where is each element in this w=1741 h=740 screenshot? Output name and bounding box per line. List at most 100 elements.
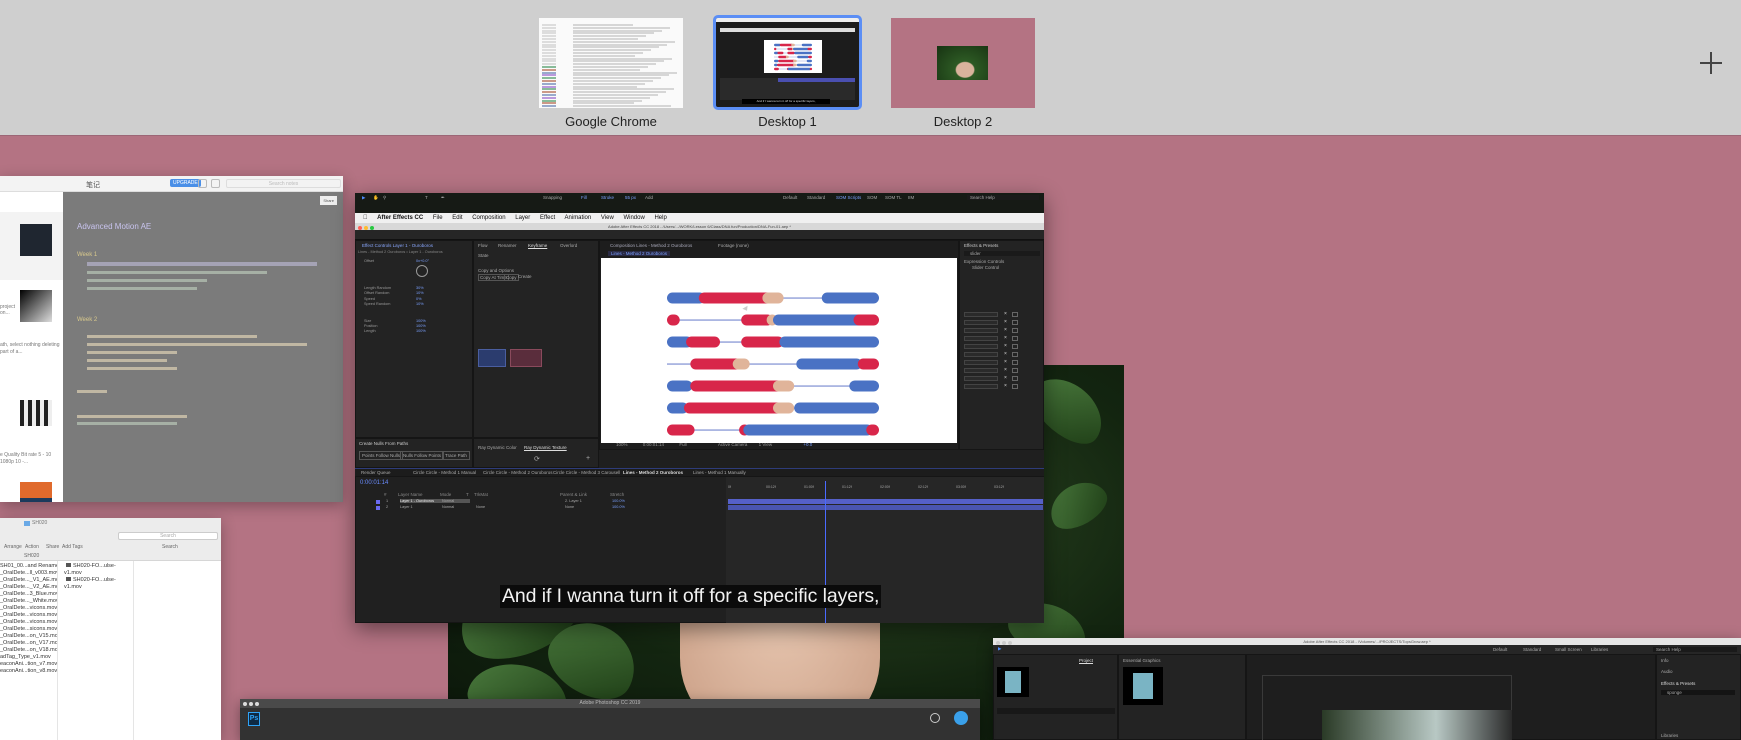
control-row[interactable]: × — [964, 335, 1040, 343]
file-item[interactable]: _OralDete...vicons.mov — [0, 619, 57, 626]
layer-index[interactable]: 1 — [386, 499, 388, 503]
tab-ray-dynamic-color[interactable]: Ray Dynamic Color — [478, 445, 517, 450]
tree-expression-controls[interactable]: Expression Controls — [964, 259, 1004, 264]
timeline-tab[interactable]: Lines - Method 2 Ouroboros — [623, 470, 683, 475]
file-item[interactable]: _OralDete..._White.mov — [0, 598, 57, 605]
control-row[interactable]: × — [964, 375, 1040, 383]
search-help-input[interactable]: Search Help — [967, 195, 1039, 200]
refresh-icon[interactable]: ⟳ — [534, 455, 540, 463]
menu-app[interactable]: After Effects CC — [377, 215, 423, 221]
search-help-input[interactable]: Search Help — [1653, 647, 1737, 652]
file-item[interactable]: SH020-FO...ulse-v1.mov — [64, 563, 133, 577]
layer-trkmat[interactable]: None — [476, 505, 485, 509]
timeline-tab[interactable]: Circle Circle - Method 1 Manual — [413, 470, 476, 475]
info-panel-label[interactable]: Info — [1661, 658, 1669, 663]
control-row[interactable]: × — [964, 327, 1040, 335]
effect-property-row[interactable]: Offset 0x+0.0° — [364, 259, 469, 264]
note-list-item[interactable]: e Quality Bit rate 5 - 10 1080p 10 -... — [0, 452, 62, 466]
workspace-som-scripts[interactable]: SOM Scripts — [836, 195, 861, 200]
timeline-tab[interactable]: Circle Circle - Method 2 Ouroboros — [483, 470, 553, 475]
file-item[interactable]: _OralDete...vicons.mov — [0, 612, 57, 619]
effect-property-value[interactable]: 10% — [416, 302, 424, 306]
copy-button[interactable]: Copy — [504, 274, 519, 281]
selection-tool-icon[interactable]: ▶ — [998, 646, 1001, 652]
hand-tool-icon[interactable]: ✋ — [373, 195, 379, 201]
file-item[interactable]: eaconAni...tion_v7.mov — [0, 661, 57, 668]
column-header[interactable]: Mode — [440, 492, 451, 497]
action-button[interactable]: Action — [25, 544, 39, 550]
effect-controls-panel[interactable]: Effect Controls Layer 1 - Ouroboros Line… — [355, 240, 473, 438]
menu-file[interactable]: File — [433, 215, 443, 221]
finder-search-input[interactable]: Search — [118, 532, 218, 540]
note-list-item[interactable]: project on... — [0, 290, 63, 330]
effects-presets-panel[interactable]: Effects & Presets slider Expression Cont… — [959, 240, 1044, 450]
after-effects-window[interactable]:  After Effects CC File Edit Composition… — [355, 193, 1044, 623]
file-item[interactable]: _OralDete..._V2_AE.mov — [0, 584, 57, 591]
audio-panel-label[interactable]: Audio — [1661, 669, 1673, 674]
add-button[interactable]: Add — [645, 195, 653, 200]
tab-overlord[interactable]: Overlord — [560, 243, 577, 248]
space-desktop-1[interactable]: And if I wanna turn it off for a specifi… — [713, 15, 862, 129]
upgrade-button[interactable]: UPGRADE — [170, 179, 201, 187]
label-color-swatch[interactable] — [376, 500, 380, 504]
tab-effect-controls[interactable]: Effect Controls Layer 1 - Ouroboros — [362, 243, 433, 248]
workspace-som[interactable]: SOM — [867, 195, 877, 200]
stroke-control[interactable]: Stroke — [601, 195, 614, 200]
layer-mode[interactable]: Normal — [442, 499, 454, 503]
effects-search-input[interactable]: slider — [964, 251, 1040, 256]
layer-name[interactable]: Layer 1 - Ouroboros — [400, 499, 470, 503]
essential-graphics-panel[interactable]: Essential Graphics — [1118, 654, 1246, 740]
swatch-blue[interactable] — [478, 349, 506, 367]
minimize-button[interactable] — [249, 702, 253, 706]
file-item[interactable]: _OralDete...vicons.mov — [0, 605, 57, 612]
apple-icon[interactable]:  — [363, 215, 368, 221]
timeline-tab[interactable]: Render Queue — [361, 470, 391, 475]
plus-icon[interactable] — [1700, 52, 1722, 74]
timeline-tab[interactable]: Circle Circle - Method 3 Carousell — [553, 470, 620, 475]
tab-ray-dynamic-texture[interactable]: Ray Dynamic Texture — [524, 445, 567, 450]
notes-window[interactable]: 笔记 UPGRADE Search notes project on... at… — [0, 176, 343, 502]
libraries-panel-label[interactable]: Libraries — [1661, 733, 1678, 738]
file-item[interactable]: _OralDete...ll_v003.mov — [0, 570, 57, 577]
effect-property-value[interactable]: 100% — [416, 329, 426, 333]
share-button[interactable]: Share — [320, 196, 337, 205]
control-row[interactable]: × — [964, 343, 1040, 351]
trace-path-button[interactable]: Trace Path — [442, 451, 470, 460]
workspace-som-tl[interactable]: SOM TL — [885, 195, 902, 200]
column-header[interactable]: Stretch — [610, 492, 624, 497]
workspace-small-screen[interactable]: Small Screen — [1555, 647, 1582, 652]
tab-renamer[interactable]: Renamer — [498, 243, 517, 248]
effect-property-value[interactable]: 30% — [416, 286, 424, 290]
nulls-follow-points-button[interactable]: Nulls Follow Points — [400, 451, 445, 460]
layer-stretch[interactable]: 100.0% — [612, 505, 625, 509]
menu-animation[interactable]: Animation — [565, 215, 592, 221]
tab-composition[interactable]: Composition Lines - Method 2 Ouroboros — [610, 243, 692, 248]
minimize-button[interactable] — [364, 226, 368, 230]
menu-help[interactable]: Help — [654, 215, 666, 221]
pen-tool-icon[interactable]: ✒ — [441, 195, 445, 201]
effects-search-input[interactable]: sponge — [1661, 690, 1735, 695]
offset-dial[interactable] — [416, 265, 428, 277]
sync-icon[interactable] — [198, 179, 207, 188]
file-item[interactable]: _OralDete...on_V15.mov — [0, 633, 57, 640]
column-header[interactable]: T — [466, 492, 469, 497]
tab-keyframe[interactable]: Keyframe — [528, 243, 547, 248]
close-button[interactable] — [358, 226, 362, 230]
tab-project[interactable]: Project — [1079, 658, 1093, 663]
space-thumbnail[interactable] — [539, 18, 683, 108]
layer-bar[interactable] — [728, 505, 1043, 510]
tree-slider-control[interactable]: Slider Control — [972, 265, 999, 270]
stroke-width[interactable]: 55 px — [625, 195, 636, 200]
finder-window[interactable]: SH020 Arrange Action Share Add Tags Sear… — [0, 518, 221, 740]
close-button[interactable] — [243, 702, 247, 706]
finder-column-2[interactable]: SH020-FO...ulse-v1.mov SH020-FO...ulse-v1… — [64, 561, 134, 740]
layer-parent[interactable]: 2. Layer 1 — [565, 499, 582, 503]
note-list-item[interactable] — [0, 212, 63, 280]
bell-icon[interactable] — [211, 179, 220, 188]
effect-property-value[interactable]: 10% — [416, 291, 424, 295]
menu-window[interactable]: Window — [623, 215, 644, 221]
search-notes-input[interactable]: Search notes — [226, 179, 341, 188]
tab-footage[interactable]: Footage (none) — [718, 243, 749, 248]
plus-icon[interactable]: + — [586, 455, 590, 462]
zoom-tool-icon[interactable]: ⚲ — [383, 195, 386, 201]
